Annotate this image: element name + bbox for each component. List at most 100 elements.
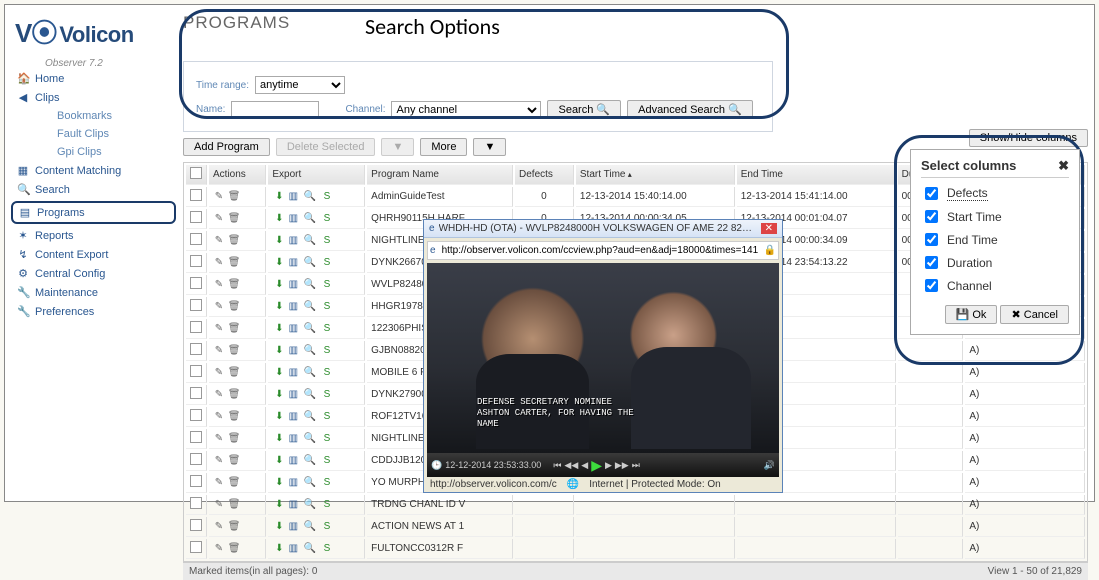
excel-icon[interactable]: S [320,279,334,290]
volume-icon[interactable]: 🔊 [764,460,775,471]
excel-icon[interactable]: S [320,213,334,224]
search-icon[interactable]: 🔍 [303,191,317,202]
excel-icon[interactable]: S [320,521,334,532]
delete-selected-dropdown[interactable]: ▼ [381,138,414,156]
search-icon[interactable]: 🔍 [303,213,317,224]
excel-icon[interactable]: S [320,323,334,334]
export-options-icon[interactable]: ▥ [286,257,300,268]
edit-icon[interactable]: ✎ [213,279,225,290]
sidebar-item-bookmarks[interactable]: Bookmarks [11,107,176,125]
delete-icon[interactable]: 🗑 [228,411,240,422]
delete-icon[interactable]: 🗑 [228,279,240,290]
edit-icon[interactable]: ✎ [213,411,225,422]
edit-icon[interactable]: ✎ [213,257,225,268]
header-export[interactable]: Export [268,165,365,185]
delete-selected-button[interactable]: Delete Selected [276,138,376,156]
header-end-time[interactable]: End Time [737,165,896,185]
sidebar-item-content-matching[interactable]: ▦Content Matching [11,161,176,180]
checkbox[interactable] [925,233,938,246]
row-checkbox[interactable] [186,297,207,317]
play-icon[interactable]: ▶ [591,457,602,474]
search-icon[interactable]: 🔍 [303,411,317,422]
delete-icon[interactable]: 🗑 [228,191,240,202]
row-checkbox[interactable] [186,407,207,427]
row-checkbox[interactable] [186,209,207,229]
dialog-titlebar[interactable]: e WHDH-HD (OTA) - WVLP8248000H VOLKSWAGE… [424,220,782,238]
row-checkbox[interactable] [186,253,207,273]
delete-icon[interactable]: 🗑 [228,543,240,554]
header-defects[interactable]: Defects [515,165,574,185]
rewind-icon[interactable]: ◀◀ [564,460,578,471]
delete-icon[interactable]: 🗑 [228,367,240,378]
export-options-icon[interactable]: ▥ [286,499,300,510]
export-icon[interactable]: ⬇ [272,257,286,268]
excel-icon[interactable]: S [320,345,334,356]
export-icon[interactable]: ⬇ [272,301,286,312]
column-option-defects[interactable]: Defects [921,184,1069,203]
checkbox[interactable] [925,210,938,223]
row-checkbox[interactable] [186,187,207,207]
edit-icon[interactable]: ✎ [213,543,225,554]
excel-icon[interactable]: S [320,389,334,400]
search-icon[interactable]: 🔍 [303,389,317,400]
edit-icon[interactable]: ✎ [213,345,225,356]
export-icon[interactable]: ⬇ [272,191,286,202]
cancel-button[interactable]: ✖ Cancel [1000,305,1069,324]
export-options-icon[interactable]: ▥ [286,235,300,246]
delete-icon[interactable]: 🗑 [228,455,240,466]
show-hide-columns-button[interactable]: Show/Hide columns [969,129,1088,147]
row-checkbox[interactable] [186,275,207,295]
excel-icon[interactable]: S [320,433,334,444]
edit-icon[interactable]: ✎ [213,213,225,224]
row-checkbox[interactable] [186,451,207,471]
more-dropdown[interactable]: ▼ [473,138,506,156]
step-back-icon[interactable]: ◀ [581,460,588,471]
export-options-icon[interactable]: ▥ [286,477,300,488]
edit-icon[interactable]: ✎ [213,477,225,488]
table-row[interactable]: ✎ 🗑⬇▥ 🔍 SFULTONCC0312R FA) [186,539,1085,559]
name-input[interactable] [231,101,319,119]
excel-icon[interactable]: S [320,235,334,246]
sidebar-item-preferences[interactable]: 🔧Preferences [11,302,176,321]
row-checkbox[interactable] [186,429,207,449]
row-checkbox[interactable] [186,539,207,559]
search-icon[interactable]: 🔍 [303,477,317,488]
export-options-icon[interactable]: ▥ [286,543,300,554]
sidebar-item-reports[interactable]: ✶Reports [11,226,176,245]
row-checkbox[interactable] [186,363,207,383]
checkbox[interactable] [925,256,938,269]
export-icon[interactable]: ⬇ [272,345,286,356]
excel-icon[interactable]: S [320,367,334,378]
sidebar-item-gpi-clips[interactable]: Gpi Clips [11,143,176,161]
excel-icon[interactable]: S [320,301,334,312]
row-checkbox[interactable] [186,231,207,251]
edit-icon[interactable]: ✎ [213,521,225,532]
sidebar-item-content-export[interactable]: ↯Content Export [11,245,176,264]
excel-icon[interactable]: S [320,499,334,510]
export-icon[interactable]: ⬇ [272,477,286,488]
export-options-icon[interactable]: ▥ [286,345,300,356]
export-icon[interactable]: ⬇ [272,499,286,510]
ffwd-icon[interactable]: ▶▶ [615,460,629,471]
delete-icon[interactable]: 🗑 [228,235,240,246]
search-icon[interactable]: 🔍 [303,257,317,268]
ok-button[interactable]: 💾 Ok [945,305,998,324]
search-icon[interactable]: 🔍 [303,279,317,290]
column-option-end-time[interactable]: End Time [921,230,1069,249]
header-checkbox[interactable] [186,165,207,185]
add-program-button[interactable]: Add Program [183,138,270,156]
excel-icon[interactable]: S [320,543,334,554]
export-options-icon[interactable]: ▥ [286,433,300,444]
sidebar-item-central-config[interactable]: ⚙Central Config [11,264,176,283]
delete-icon[interactable]: 🗑 [228,345,240,356]
column-option-channel[interactable]: Channel [921,276,1069,295]
excel-icon[interactable]: S [320,477,334,488]
excel-icon[interactable]: S [320,455,334,466]
search-icon[interactable]: 🔍 [303,323,317,334]
export-icon[interactable]: ⬇ [272,367,286,378]
export-icon[interactable]: ⬇ [272,411,286,422]
edit-icon[interactable]: ✎ [213,235,225,246]
delete-icon[interactable]: 🗑 [228,301,240,312]
delete-icon[interactable]: 🗑 [228,389,240,400]
sidebar-item-fault-clips[interactable]: Fault Clips [11,125,176,143]
